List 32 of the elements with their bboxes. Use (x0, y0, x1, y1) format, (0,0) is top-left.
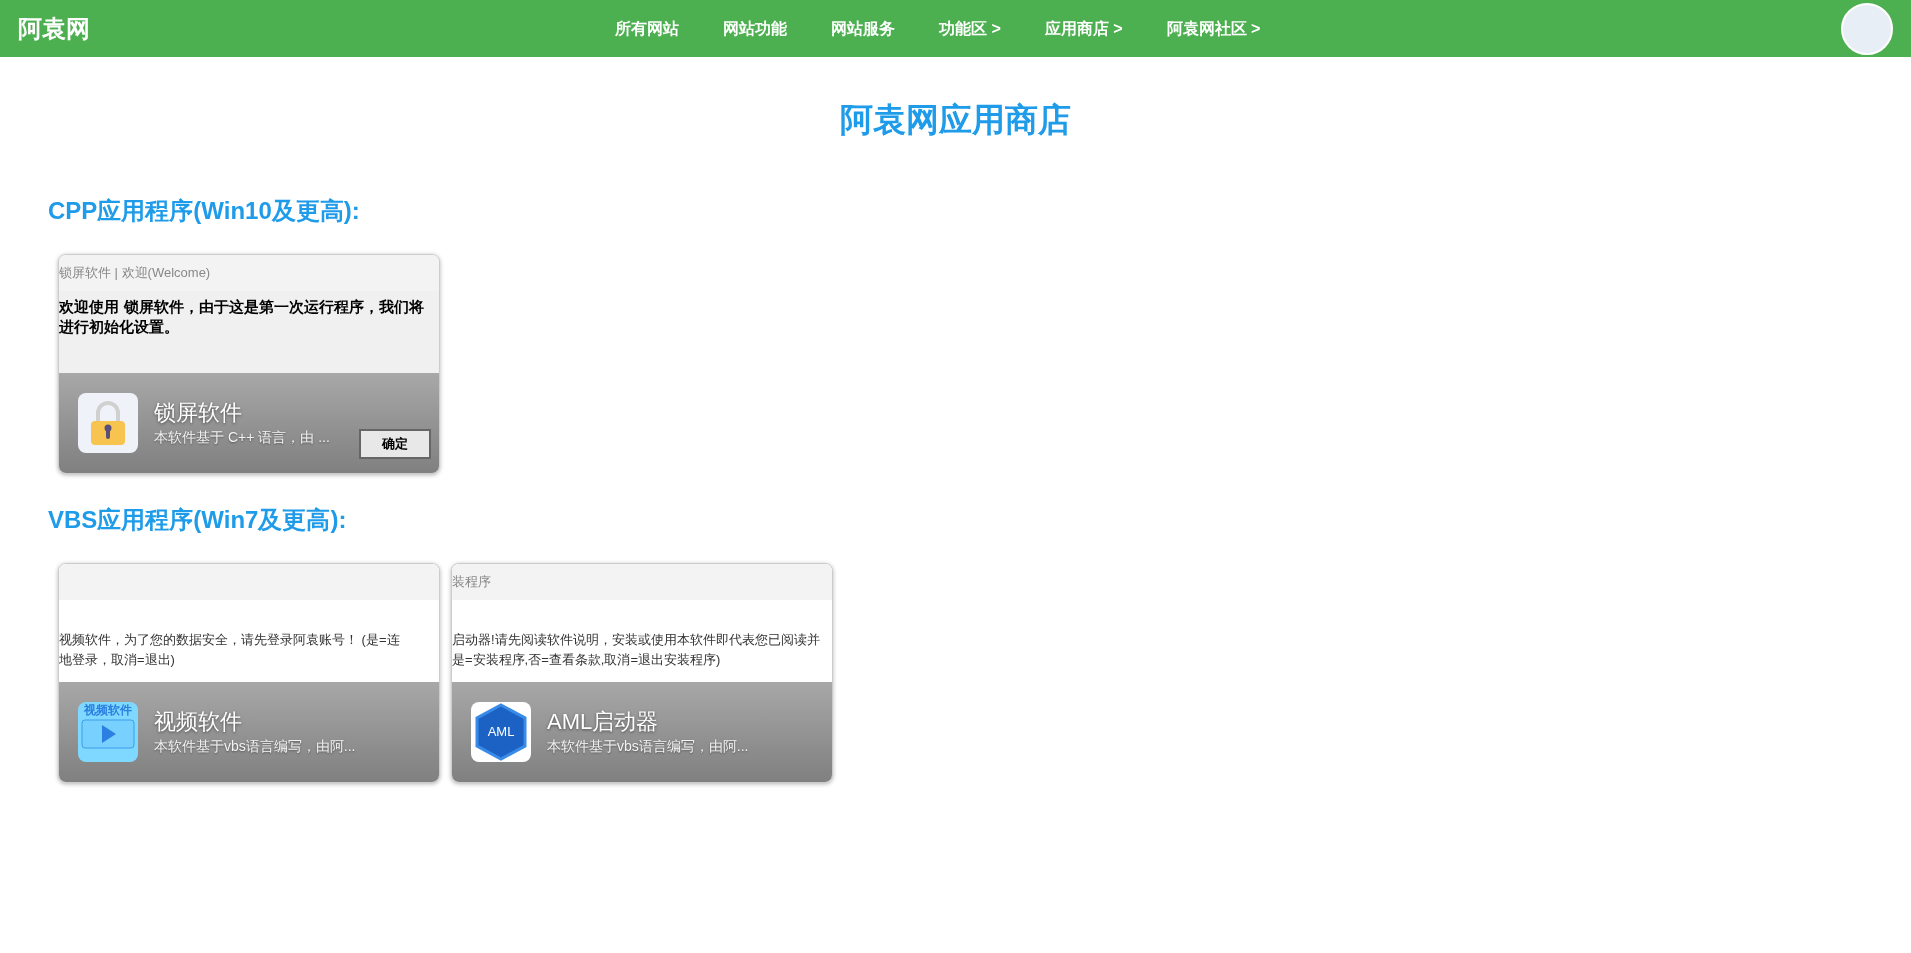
padlock-icon (78, 392, 138, 453)
nav-link[interactable]: 阿袁网社区 > (1149, 16, 1278, 41)
nav-link[interactable]: 应用商店 > (1027, 16, 1140, 41)
dialog-message: 是=安装程序,否=查看条款,取消=退出安装程序) (452, 650, 722, 669)
app-name: 锁屏软件 (154, 398, 243, 427)
app-description: 本软件基于vbs语言编写，由阿... (154, 736, 356, 756)
icon-label: 视频软件 (84, 702, 132, 717)
app-card[interactable]: 装程序 启动器!请先阅读软件说明，安装或使用本软件即代表您已阅读并 是=安装程序,否=查看条款,取消=退出安装程序) AML AML启动器 本软件基于vbs语言编写，由阿... (451, 562, 833, 783)
app-card[interactable]: 视频软件，为了您的数据安全，请先登录阿袁账号！ (是=连 地登录，取消=退出) 视频软件 视频软件 本软件基于vbs语言编写，由阿... (58, 562, 440, 783)
app-name: AML启动器 (547, 707, 660, 736)
app-name: 视频软件 (154, 707, 243, 736)
dialog-message: 启动器!请先阅读软件说明，安装或使用本软件即代表您已阅读并 (452, 630, 821, 649)
button-label: 确定 (382, 434, 408, 453)
nav-link[interactable]: 网站服务 (814, 16, 912, 41)
site-logo[interactable]: 阿袁网 (18, 10, 598, 47)
play-icon (81, 718, 135, 749)
dialog-title: 装程序 (452, 572, 491, 591)
section-heading: CPP应用程序(Win10及更高): (48, 195, 361, 226)
dialog-message: 地登录，取消=退出) (59, 650, 176, 669)
dialog-message: 欢迎使用 锁屏软件，由于这是第一次运行程序，我们将进行初始化设置。 (59, 296, 426, 337)
app-card[interactable]: 锁屏软件 | 欢迎(Welcome) 欢迎使用 锁屏软件，由于这是第一次运行程序，我们将进行初始化设置。 确定 锁屏软件 本软件基于 C++ 语言，由 ... (58, 253, 440, 474)
icon-label: AML (487, 722, 515, 741)
section-heading: VBS应用程序(Win7及更高): (48, 504, 348, 535)
dialog-title: 锁屏软件 | 欢迎(Welcome) (59, 263, 211, 282)
page-title: 阿袁网应用商店 (839, 100, 1072, 140)
nav-link[interactable]: 网站功能 (706, 16, 804, 41)
avatar[interactable] (1841, 2, 1893, 55)
app-description: 本软件基于vbs语言编写，由阿... (547, 736, 749, 756)
dialog-message: 视频软件，为了您的数据安全，请先登录阿袁账号！ (是=连 (59, 630, 401, 649)
nav-link[interactable]: 功能区 > (922, 16, 1018, 41)
nav-link[interactable]: 所有网站 (598, 16, 696, 41)
app-description: 本软件基于 C++ 语言，由 ... (154, 427, 330, 447)
